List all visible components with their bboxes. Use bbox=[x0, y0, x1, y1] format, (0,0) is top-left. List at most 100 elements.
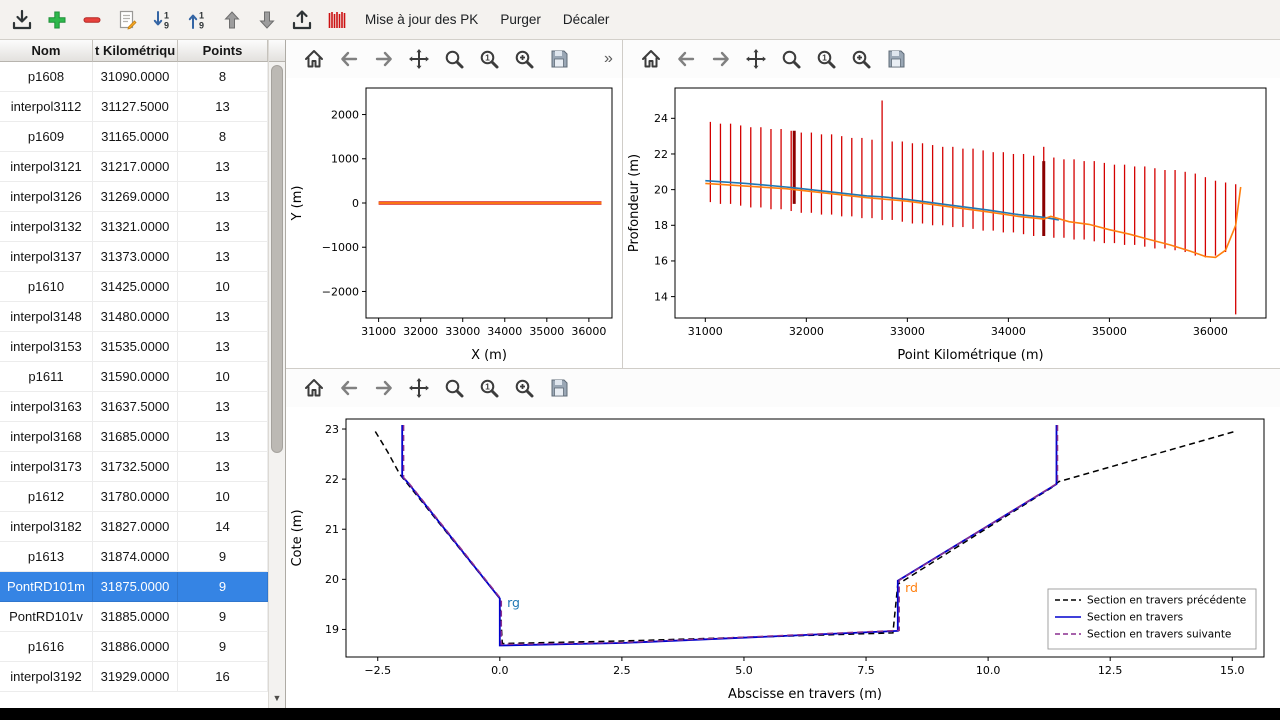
forward-button[interactable] bbox=[370, 375, 397, 402]
home-button[interactable] bbox=[300, 375, 327, 402]
longitudinal-profile-chart[interactable]: 3100032000330003400035000360001416182022… bbox=[623, 78, 1280, 368]
legend-label: Section en travers précédente bbox=[1087, 595, 1246, 607]
table-row[interactable]: PontRD101m31875.00009 bbox=[0, 572, 268, 602]
table-row[interactable]: p161031425.000010 bbox=[0, 272, 268, 302]
cell-points: 13 bbox=[178, 182, 268, 212]
zoom-one-button[interactable]: 1 bbox=[475, 46, 502, 73]
move-down-button[interactable] bbox=[249, 3, 284, 37]
y-tick-label: 2000 bbox=[331, 108, 359, 121]
back-icon bbox=[674, 47, 698, 71]
toolbar-action-2[interactable]: Décaler bbox=[552, 3, 621, 37]
zoom-one-icon: 1 bbox=[477, 47, 501, 71]
zoom-plus-icon bbox=[512, 47, 536, 71]
back-icon bbox=[337, 47, 361, 71]
export-button[interactable] bbox=[284, 3, 319, 37]
forward-button[interactable] bbox=[707, 46, 734, 73]
edit-section-button[interactable] bbox=[109, 3, 144, 37]
import-button[interactable] bbox=[4, 3, 39, 37]
y-axis-label: Profondeur (m) bbox=[627, 154, 642, 252]
y-axis-label: Y (m) bbox=[290, 186, 305, 222]
plan-plot-toolbar: 1» bbox=[286, 40, 622, 78]
table-row[interactable]: PontRD101v31885.00009 bbox=[0, 602, 268, 632]
pan-button[interactable] bbox=[405, 375, 432, 402]
cell-nom: p1613 bbox=[0, 542, 93, 572]
table-row[interactable]: p161131590.000010 bbox=[0, 362, 268, 392]
cell-points: 13 bbox=[178, 212, 268, 242]
cross-section-chart[interactable]: −2.50.02.55.07.510.012.515.01920212223Ab… bbox=[286, 407, 1280, 707]
toolbar-overflow[interactable]: » bbox=[604, 50, 613, 68]
save-button[interactable] bbox=[545, 46, 572, 73]
column-header-points[interactable]: Points bbox=[178, 40, 268, 62]
cross-section-panel: 1 −2.50.02.55.07.510.012.515.01920212223… bbox=[286, 369, 1280, 708]
sort-ascending-button[interactable]: 19 bbox=[179, 3, 214, 37]
zoom-plus-button[interactable] bbox=[510, 46, 537, 73]
column-header-nom[interactable]: Nom bbox=[0, 40, 93, 62]
column-header-pk[interactable]: t Kilométriqu bbox=[93, 40, 178, 62]
zoom-icon bbox=[779, 47, 803, 71]
table-scrollbar[interactable]: ▼ bbox=[268, 40, 285, 708]
cell-pk: 31480.0000 bbox=[93, 302, 178, 332]
move-up-button[interactable] bbox=[214, 3, 249, 37]
plan-view-chart[interactable]: 310003200033000340003500036000−2000−1000… bbox=[286, 78, 622, 368]
home-button[interactable] bbox=[637, 46, 664, 73]
table-row[interactable]: interpol311231127.500013 bbox=[0, 92, 268, 122]
x-axis-label: Abscisse en travers (m) bbox=[728, 687, 882, 702]
back-button[interactable] bbox=[335, 46, 362, 73]
toolbar-action-0[interactable]: Mise à jour des PK bbox=[354, 3, 489, 37]
save-button[interactable] bbox=[882, 46, 909, 73]
zoom-plus-button[interactable] bbox=[510, 375, 537, 402]
back-button[interactable] bbox=[335, 375, 362, 402]
cell-nom: p1616 bbox=[0, 632, 93, 662]
table-row[interactable]: interpol317331732.500013 bbox=[0, 452, 268, 482]
profile-plot-toolbar: 1 bbox=[623, 40, 1280, 78]
table-row[interactable]: interpol316331637.500013 bbox=[0, 392, 268, 422]
sort-descending-button[interactable]: 19 bbox=[144, 3, 179, 37]
x-axis-label: Point Kilométrique (m) bbox=[897, 348, 1043, 363]
cell-nom: interpol3112 bbox=[0, 92, 93, 122]
cell-points: 13 bbox=[178, 302, 268, 332]
pan-icon bbox=[407, 47, 431, 71]
table-row[interactable]: p161631886.00009 bbox=[0, 632, 268, 662]
table-row[interactable]: interpol315331535.000013 bbox=[0, 332, 268, 362]
zoom-one-button[interactable]: 1 bbox=[475, 375, 502, 402]
add-section-button[interactable] bbox=[39, 3, 74, 37]
scrollbar-down-button[interactable]: ▼ bbox=[269, 690, 285, 706]
table-row[interactable]: p161231780.000010 bbox=[0, 482, 268, 512]
cell-points: 8 bbox=[178, 122, 268, 152]
forward-button[interactable] bbox=[370, 46, 397, 73]
table-row[interactable]: p160931165.00008 bbox=[0, 122, 268, 152]
table-row[interactable]: interpol312631269.000013 bbox=[0, 182, 268, 212]
zoom-button[interactable] bbox=[440, 46, 467, 73]
toolbar-action-1[interactable]: Purger bbox=[489, 3, 552, 37]
zoom-button[interactable] bbox=[777, 46, 804, 73]
table-row[interactable]: p161331874.00009 bbox=[0, 542, 268, 572]
table-row[interactable]: interpol319231929.000016 bbox=[0, 662, 268, 692]
zoom-one-icon: 1 bbox=[814, 47, 838, 71]
table-row[interactable]: interpol313731373.000013 bbox=[0, 242, 268, 272]
table-row[interactable]: p160831090.00008 bbox=[0, 62, 268, 92]
cell-nom: p1611 bbox=[0, 362, 93, 392]
zoom-button[interactable] bbox=[440, 375, 467, 402]
zoom-plus-button[interactable] bbox=[847, 46, 874, 73]
home-button[interactable] bbox=[300, 46, 327, 73]
table-row[interactable]: interpol314831480.000013 bbox=[0, 302, 268, 332]
table-row[interactable]: interpol316831685.000013 bbox=[0, 422, 268, 452]
table-row[interactable]: interpol312131217.000013 bbox=[0, 152, 268, 182]
save-button[interactable] bbox=[545, 375, 572, 402]
y-tick-label: 20 bbox=[325, 573, 339, 586]
svg-text:1: 1 bbox=[485, 382, 490, 392]
cross-section-plot-toolbar: 1 bbox=[286, 369, 1280, 407]
scrollbar-thumb[interactable] bbox=[271, 65, 283, 453]
cell-points: 8 bbox=[178, 62, 268, 92]
table-row[interactable]: interpol318231827.000014 bbox=[0, 512, 268, 542]
remove-section-button[interactable] bbox=[74, 3, 109, 37]
zoom-one-button[interactable]: 1 bbox=[812, 46, 839, 73]
top-plots-row: 1» 310003200033000340003500036000−2000−1… bbox=[286, 40, 1280, 369]
pk-marks-button[interactable] bbox=[319, 3, 354, 37]
x-tick-label: 31000 bbox=[361, 325, 396, 338]
pan-button[interactable] bbox=[405, 46, 432, 73]
x-tick-label: −2.5 bbox=[364, 664, 391, 677]
pan-button[interactable] bbox=[742, 46, 769, 73]
back-button[interactable] bbox=[672, 46, 699, 73]
table-row[interactable]: interpol313231321.000013 bbox=[0, 212, 268, 242]
